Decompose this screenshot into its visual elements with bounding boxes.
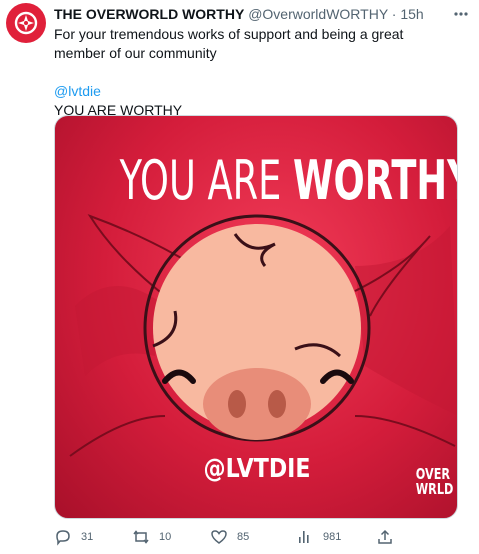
tweet[interactable]: THE OVERWORLD WORTHY @OverworldWORTHY · … — [0, 0, 479, 554]
overworld-logo-icon — [14, 11, 38, 35]
display-name[interactable]: THE OVERWORLD WORTHY — [54, 6, 244, 22]
mention-link[interactable]: @lvtdie — [54, 83, 101, 99]
views-button[interactable]: 981 — [296, 527, 341, 547]
retweet-button[interactable]: 10 — [132, 527, 171, 547]
views-icon — [299, 531, 309, 543]
logo-line: WRLD — [415, 480, 454, 498]
tweet-text: For your tremendous works of support and… — [54, 25, 454, 120]
image-headline: YOU ARE WORTHY — [119, 148, 457, 214]
headline-regular: YOU ARE — [119, 149, 294, 212]
more-icon[interactable] — [451, 4, 471, 24]
retweet-icon — [133, 530, 149, 544]
separator: · — [391, 6, 397, 22]
reply-count: 31 — [81, 531, 94, 543]
like-icon — [211, 530, 227, 544]
reply-button[interactable]: 31 — [54, 527, 93, 547]
timestamp[interactable]: 15h — [400, 6, 423, 22]
tweet-header: THE OVERWORLD WORTHY @OverworldWORTHY · … — [54, 4, 449, 24]
retweet-count: 10 — [159, 531, 172, 543]
share-icon — [378, 529, 392, 544]
tweet-image[interactable]: YOU ARE WORTHY @LVTDIE OVER WRLD — [54, 115, 458, 519]
views-count: 981 — [323, 531, 342, 543]
user-handle[interactable]: @OverworldWORTHY — [248, 6, 388, 22]
avatar[interactable] — [6, 3, 46, 43]
headline-bold: WORTHY — [293, 149, 458, 212]
tweet-text-line: For your tremendous works of support and… — [54, 26, 404, 61]
action-bar: 31 10 85 981 — [54, 527, 458, 547]
overworld-logo: OVER WRLD — [411, 467, 454, 498]
like-count: 85 — [237, 531, 250, 543]
reply-icon — [56, 530, 70, 546]
image-user-tag: @LVTDIE — [203, 454, 311, 484]
like-button[interactable]: 85 — [210, 527, 249, 547]
share-button[interactable] — [376, 527, 394, 547]
